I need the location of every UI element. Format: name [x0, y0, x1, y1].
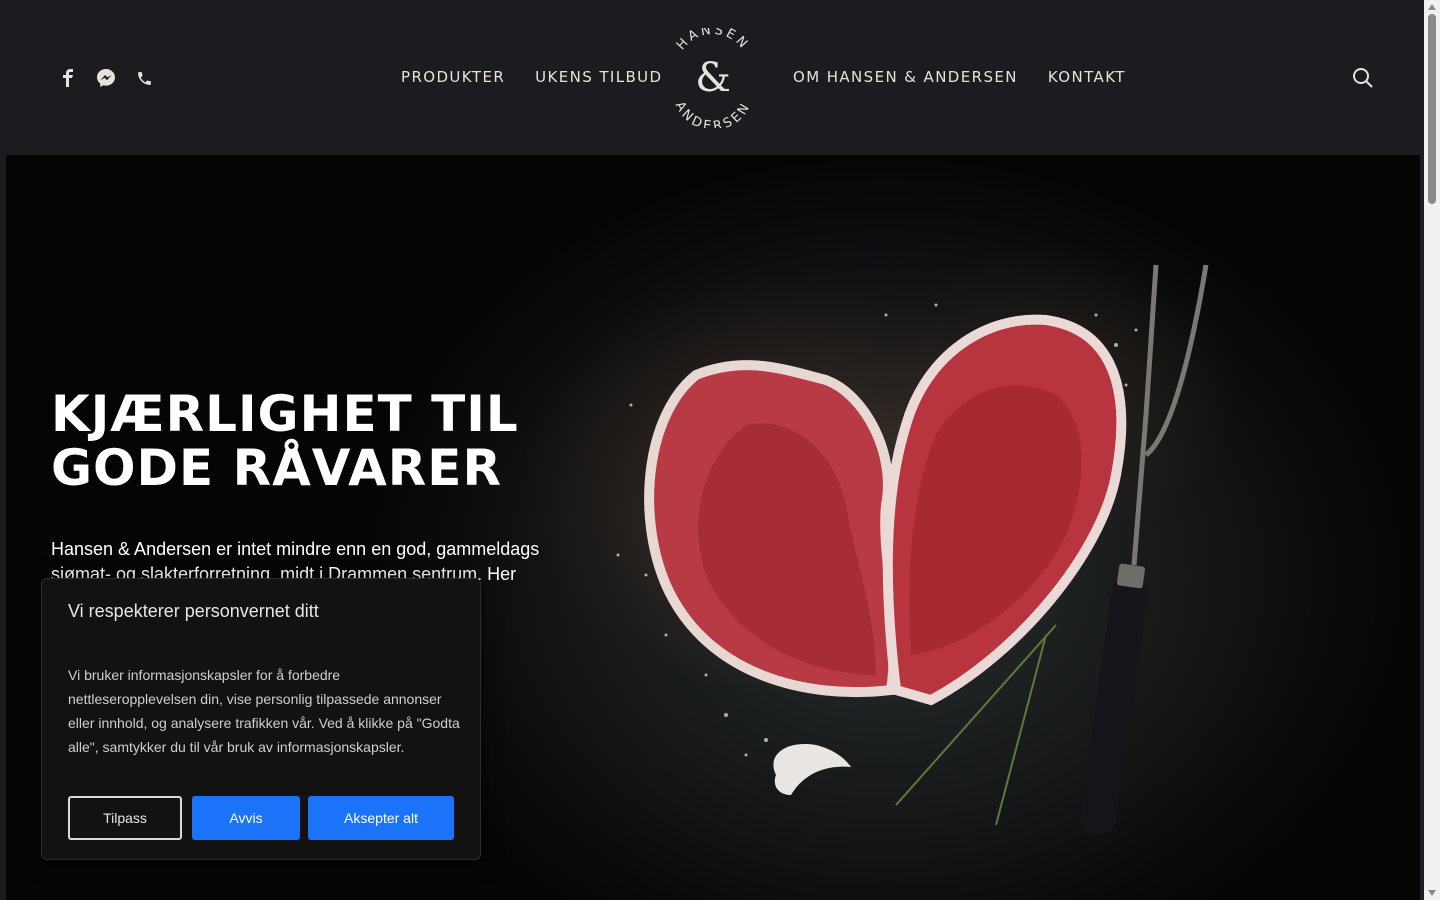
- site-header: PRODUKTER UKENS TILBUD HANSEN & ANDERSEN…: [0, 0, 1424, 155]
- scroll-thumb[interactable]: [1428, 14, 1436, 204]
- logo-bottom-text: ANDERSEN: [672, 99, 751, 134]
- nav-item-ukens-tilbud[interactable]: UKENS TILBUD: [535, 68, 662, 86]
- scroll-down-arrow[interactable]: [1428, 890, 1436, 896]
- svg-text:ANDERSEN: ANDERSEN: [672, 99, 754, 128]
- site-logo[interactable]: HANSEN & ANDERSEN: [663, 23, 763, 135]
- nav-item-produkter[interactable]: PRODUKTER: [401, 68, 505, 86]
- hero-title: KJÆRLIGHET TIL GODE RÅVARER: [51, 387, 571, 495]
- cookie-consent-dialog: Vi respekterer personvernet ditt Vi bruk…: [41, 578, 481, 860]
- cookie-body: Vi bruker informasjonskapsler for å forb…: [68, 667, 460, 755]
- hero-title-line1: KJÆRLIGHET TIL: [51, 385, 519, 443]
- customize-button[interactable]: Tilpass: [68, 796, 182, 840]
- phone-icon[interactable]: [134, 68, 154, 88]
- hero-title-line2: GODE RÅVARER: [51, 439, 502, 497]
- nav-left: PRODUKTER UKENS TILBUD: [401, 68, 663, 86]
- nav-item-om-hansen-andersen[interactable]: OM HANSEN & ANDERSEN: [793, 68, 1018, 86]
- social-links: [58, 68, 154, 88]
- logo-symbol: &: [695, 55, 731, 101]
- logo-top-text: HANSEN: [674, 23, 749, 54]
- scroll-up-arrow[interactable]: [1428, 4, 1436, 10]
- reject-button[interactable]: Avvis: [192, 796, 300, 840]
- accept-all-button[interactable]: Aksepter alt: [308, 796, 454, 840]
- page-scrollbar[interactable]: [1424, 0, 1440, 900]
- nav-item-kontakt[interactable]: KONTAKT: [1048, 68, 1126, 86]
- cookie-title: Vi respekterer personvernet ditt: [68, 601, 319, 621]
- svg-text:HANSEN: HANSEN: [674, 28, 752, 53]
- facebook-icon[interactable]: [58, 68, 78, 88]
- search-icon[interactable]: [1351, 66, 1375, 90]
- messenger-icon[interactable]: [96, 68, 116, 88]
- nav-right: OM HANSEN & ANDERSEN KONTAKT: [793, 68, 1126, 86]
